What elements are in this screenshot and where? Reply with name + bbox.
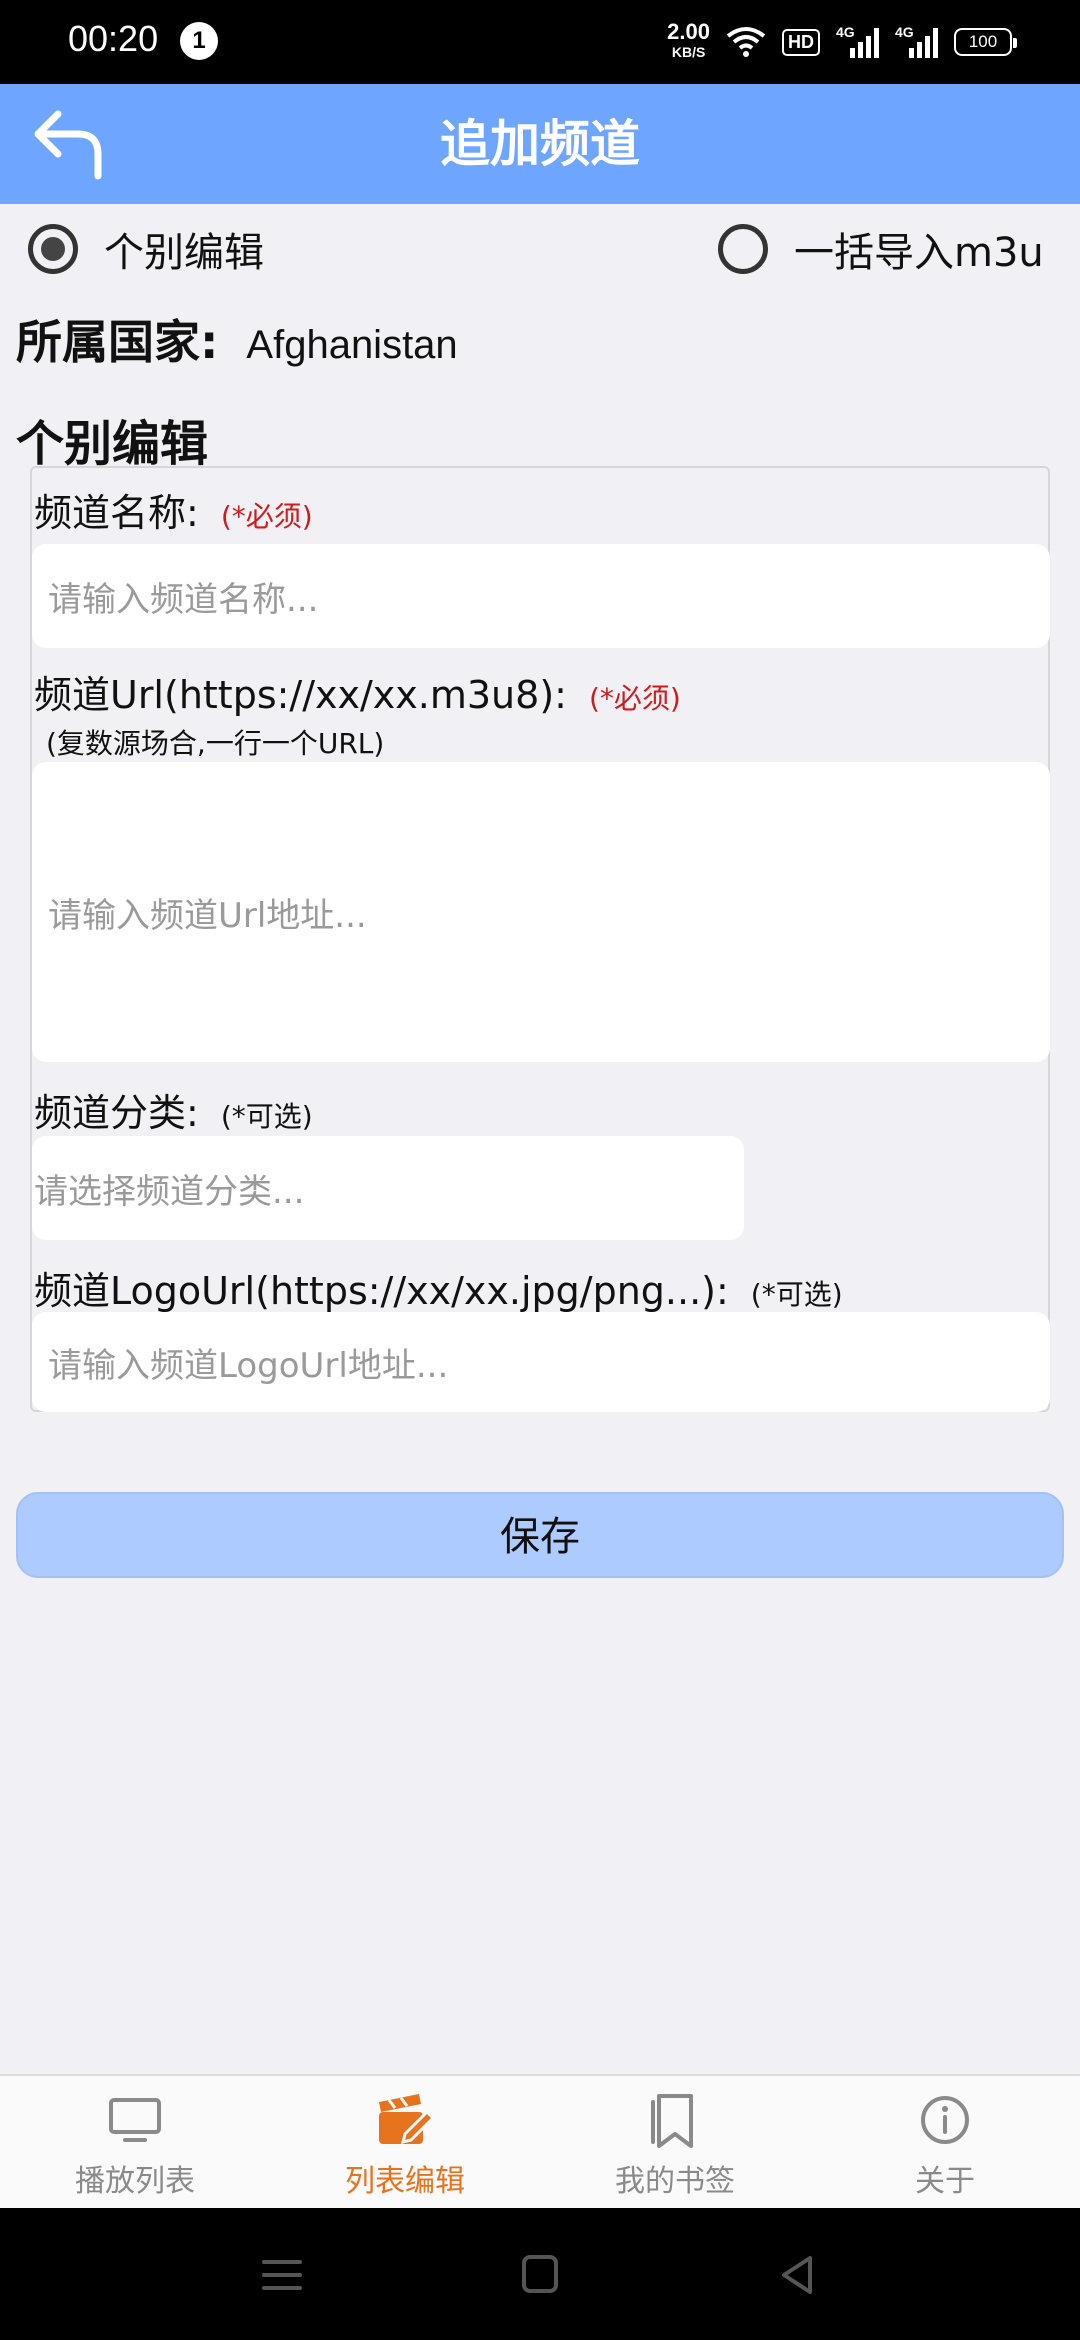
required-tag: (*必须) (220, 500, 313, 533)
section-title: 个别编辑 (16, 416, 209, 472)
channel-url-textarea[interactable]: 请输入频道Url地址... (32, 762, 1050, 1062)
tv-icon (109, 2098, 161, 2142)
bottom-nav: 播放列表 列表编辑 我的书签 关于 (0, 2074, 1080, 2208)
channel-logo-label-text: 频道LogoUrl(https://xx/xx.jpg/png...): (34, 1269, 729, 1313)
channel-category-label: 频道分类: (*可选) (34, 1082, 313, 1137)
country-value[interactable]: Afghanistan (246, 323, 457, 368)
status-time: 00:20 (68, 18, 159, 59)
signal-2-label: 4G (895, 24, 914, 40)
nav-item-playlist[interactable]: 播放列表 (0, 2076, 270, 2210)
save-button[interactable]: 保存 (16, 1492, 1064, 1578)
radio-bulk-import-label: 一括导入m3u (794, 230, 1044, 276)
channel-category-placeholder: 请选择频道分类... (34, 1171, 305, 1212)
signal-1-icon: 4G (836, 24, 879, 58)
back-triangle-icon[interactable] (768, 2248, 828, 2302)
back-button[interactable] (28, 104, 118, 184)
channel-logo-label: 频道LogoUrl(https://xx/xx.jpg/png...): (*可… (34, 1260, 843, 1315)
required-tag: (*必须) (588, 682, 681, 715)
signal-1-label: 4G (836, 24, 855, 40)
optional-tag: (*可选) (220, 1100, 313, 1133)
optional-tag: (*可选) (750, 1278, 843, 1311)
menu-icon[interactable] (252, 2248, 312, 2302)
channel-name-label: 频道名称: (*必须) (34, 482, 313, 537)
channel-logo-input[interactable]: 请输入频道LogoUrl地址... (32, 1312, 1050, 1412)
page-title: 追加频道 (440, 115, 640, 173)
nav-item-list-edit[interactable]: 列表编辑 (270, 2076, 540, 2210)
channel-url-hint: (复数源场合,一行一个URL) (46, 727, 385, 760)
battery-icon: 100 (954, 28, 1017, 56)
channel-url-label: 频道Url(https://xx/xx.m3u8): (*必须) (34, 664, 681, 719)
radio-button-selected[interactable] (28, 224, 78, 274)
net-speed-unit: KB/S (671, 44, 706, 60)
hd-badge: HD (782, 28, 820, 56)
channel-category-select[interactable]: 请选择频道分类... (32, 1136, 744, 1240)
radio-single-edit-label: 个别编辑 (104, 230, 264, 276)
status-bar: 00:20 1 2.00 KB/S HD 4G 4G 100 (0, 0, 1080, 84)
radio-single-edit[interactable]: 个别编辑 (28, 214, 264, 284)
nav-item-bookmarks[interactable]: 我的书签 (540, 2076, 810, 2210)
status-icons: 2.00 KB/S HD 4G 4G 100 (667, 19, 1017, 64)
app-bar: 追加频道 (0, 84, 1080, 204)
channel-url-label-text: 频道Url(https://xx/xx.m3u8): (34, 673, 567, 717)
channel-url-placeholder: 请输入频道Url地址... (48, 895, 367, 936)
nav-label-bookmarks: 我的书签 (615, 2164, 735, 2199)
net-speed: 2.00 KB/S (667, 19, 710, 62)
nav-label-playlist: 播放列表 (75, 2164, 195, 2199)
channel-name-placeholder: 请输入频道名称... (48, 579, 319, 620)
notification-badge: 1 (180, 22, 218, 60)
back-arrow-icon (34, 110, 102, 180)
system-nav-bar (0, 2208, 1080, 2340)
channel-category-label-text: 频道分类: (34, 1091, 199, 1135)
net-speed-value: 2.00 (667, 19, 710, 44)
country-label: 所属国家: (16, 315, 219, 369)
nav-item-about[interactable]: 关于 (810, 2076, 1080, 2210)
info-icon (921, 2096, 969, 2144)
signal-2-icon: 4G (895, 24, 938, 58)
home-icon[interactable] (510, 2248, 570, 2302)
radio-bulk-import[interactable]: 一括导入m3u (718, 214, 1044, 284)
channel-name-input[interactable]: 请输入频道名称... (32, 544, 1050, 648)
channel-logo-placeholder: 请输入频道LogoUrl地址... (48, 1345, 449, 1386)
bookmark-icon (651, 2094, 693, 2148)
wifi-icon (726, 27, 766, 57)
nav-label-about: 关于 (915, 2164, 975, 2199)
channel-name-label-text: 频道名称: (34, 491, 199, 535)
nav-label-list-edit: 列表编辑 (345, 2164, 465, 2199)
country-row: 所属国家: Afghanistan (16, 306, 458, 372)
channel-form: 频道名称: (*必须) 请输入频道名称... 频道Url(https://xx/… (30, 466, 1050, 1412)
clapperboard-edit-icon (379, 2094, 435, 2145)
radio-button-unselected[interactable] (718, 224, 768, 274)
